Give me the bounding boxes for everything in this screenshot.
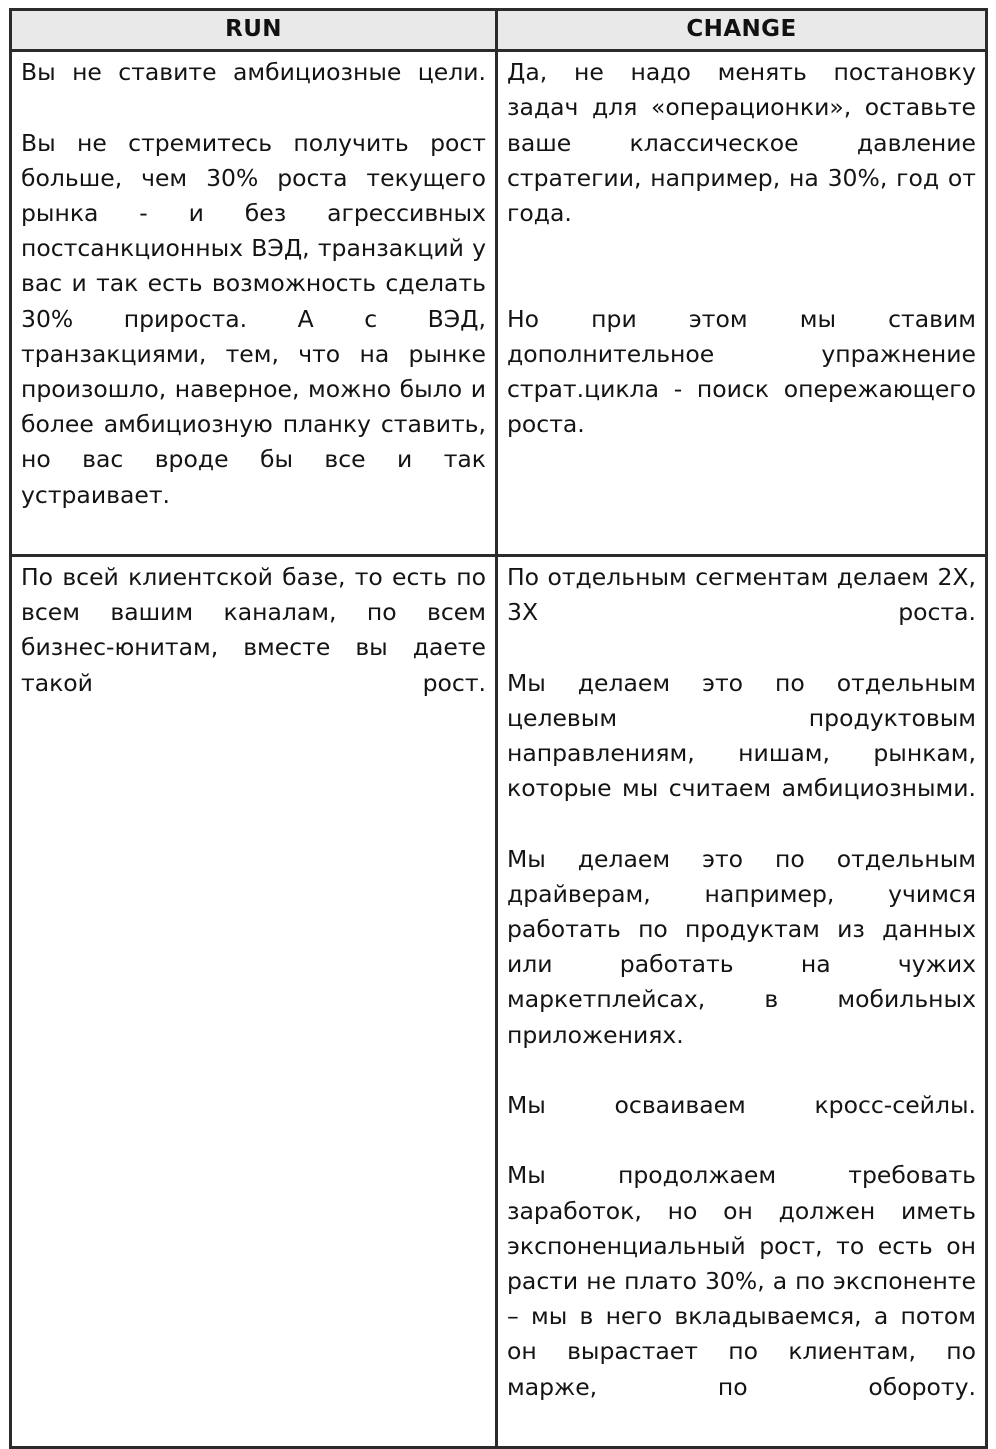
cell-text-change-row2: По отдельным сегментам делаем 2Х, 3Х рос…: [507, 560, 976, 1440]
paragraph: Да, не надо менять постановку задач для …: [507, 58, 976, 227]
paragraph: Мы продолжаем требовать заработок, но он…: [507, 1161, 976, 1401]
table-body: Вы не ставите амбициозные цели. Вы не ст…: [9, 49, 988, 1449]
cell-run-row1: Вы не ставите амбициозные цели. Вы не ст…: [9, 49, 498, 557]
page-root: RUN CHANGE Вы не ставите амбициозные цел…: [0, 0, 996, 1449]
column-header-run: RUN: [9, 7, 498, 53]
paragraph: Мы осваиваем кросс-сейлы.: [507, 1091, 976, 1120]
paragraph: Вы не ставите амбициозные цели.: [21, 58, 486, 87]
paragraph: Мы делаем это по отдельным целевым проду…: [507, 668, 976, 803]
table-row: По всей клиентской базе, то есть по всем…: [9, 553, 988, 1449]
column-header-change: CHANGE: [495, 7, 988, 53]
comparison-table: RUN CHANGE Вы не ставите амбициозные цел…: [9, 7, 988, 1449]
paragraph: Вы не стремитесь получить рост больше, ч…: [21, 128, 486, 509]
paragraph: Мы делаем это по отдельным драйверам, на…: [507, 844, 976, 1049]
table-row: Вы не ставите амбициозные цели. Вы не ст…: [9, 49, 988, 557]
cell-run-row2: По всей клиентской базе, то есть по всем…: [9, 553, 498, 1449]
paragraph: Но при этом мы ставим дополнительное упр…: [507, 304, 976, 439]
cell-change-row1: Да, не надо менять постановку задач для …: [495, 49, 988, 557]
table-header-row: RUN CHANGE: [9, 7, 988, 53]
cell-text-run-row2: По всей клиентской базе, то есть по всем…: [21, 560, 486, 736]
paragraph: По отдельным сегментам делаем 2Х, 3Х рос…: [507, 562, 976, 627]
cell-text-run-row1: Вы не ставите амбициозные цели. Вы не ст…: [21, 55, 486, 548]
table-header: RUN CHANGE: [9, 7, 988, 53]
paragraph: По всей клиентской базе, то есть по всем…: [21, 562, 486, 697]
cell-change-row2: По отдельным сегментам делаем 2Х, 3Х рос…: [495, 553, 988, 1449]
cell-text-change-row1: Да, не надо менять постановку задач для …: [507, 55, 976, 477]
